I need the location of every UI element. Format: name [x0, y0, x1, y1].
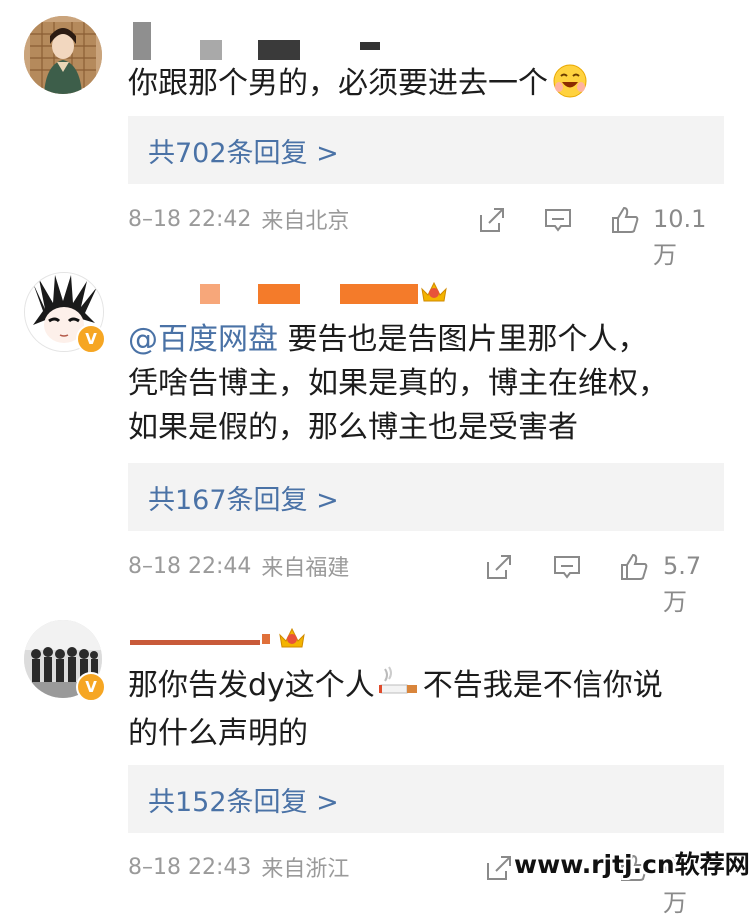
replies-count-label: 共167条回复 > — [148, 484, 339, 516]
comment-text: @百度网盘 要告也是告图片里那个人， 凭啥告博主，如果是真的，博主在维权， 如果… — [128, 322, 668, 445]
like-icon[interactable] — [619, 552, 649, 582]
crown-badge-icon — [421, 281, 447, 302]
comment-time: 8–18 22:44 — [128, 553, 252, 579]
comment-location: 来自福建 — [261, 556, 350, 581]
comment-location: 来自浙江 — [261, 857, 350, 882]
replies-count-label: 共702条回复 > — [148, 137, 339, 169]
comment-text: 那你告发dy这个人 不告我是不信你说 的什么声明的 — [128, 664, 728, 756]
share-icon[interactable] — [484, 552, 514, 582]
username-redacted — [340, 284, 418, 304]
verified-badge-icon: V — [76, 324, 106, 354]
username-redacted — [262, 634, 270, 644]
share-icon[interactable] — [477, 205, 507, 235]
crown-badge-icon — [279, 627, 305, 648]
username-redacted — [360, 42, 380, 50]
comment-location: 来自北京 — [261, 209, 350, 234]
like-count: 5.7万 — [663, 552, 702, 616]
site-watermark: www.rjtj.cn软荐网 — [514, 850, 750, 879]
comment-meta: 8–18 22:44 来自福建 5.7万 — [128, 548, 724, 616]
comment-text: 你跟那个男的，必须要进去一个 — [128, 62, 728, 112]
username-redacted — [258, 284, 300, 304]
mention-link[interactable]: @百度网盘 — [128, 322, 278, 357]
comment-time: 8–18 22:42 — [128, 206, 252, 232]
comment-time: 8–18 22:43 — [128, 854, 252, 880]
comment-meta: 8–18 22:42 来自北京 10.1万 — [128, 201, 724, 269]
username-redacted — [258, 40, 300, 60]
laughing-emoji-icon — [552, 63, 588, 112]
view-replies-button[interactable]: 共167条回复 > — [128, 463, 724, 531]
replies-count-label: 共152条回复 > — [148, 786, 339, 818]
username-redacted[interactable] — [130, 640, 260, 645]
avatar-portrait-icon — [24, 16, 102, 94]
comment-icon[interactable] — [543, 205, 573, 235]
share-icon[interactable] — [484, 853, 514, 883]
like-count: 10.1万 — [653, 205, 707, 269]
view-replies-button[interactable]: 共702条回复 > — [128, 116, 724, 184]
comment-icon[interactable] — [552, 552, 582, 582]
verified-badge-icon: V — [76, 672, 106, 702]
username-redacted[interactable] — [200, 284, 220, 304]
view-replies-button[interactable]: 共152条回复 > — [128, 765, 724, 833]
cigarette-emoji-icon — [378, 665, 419, 712]
username-redacted — [200, 40, 222, 60]
like-icon[interactable] — [610, 205, 640, 235]
avatar[interactable] — [24, 16, 102, 94]
username-redacted[interactable] — [133, 22, 151, 60]
